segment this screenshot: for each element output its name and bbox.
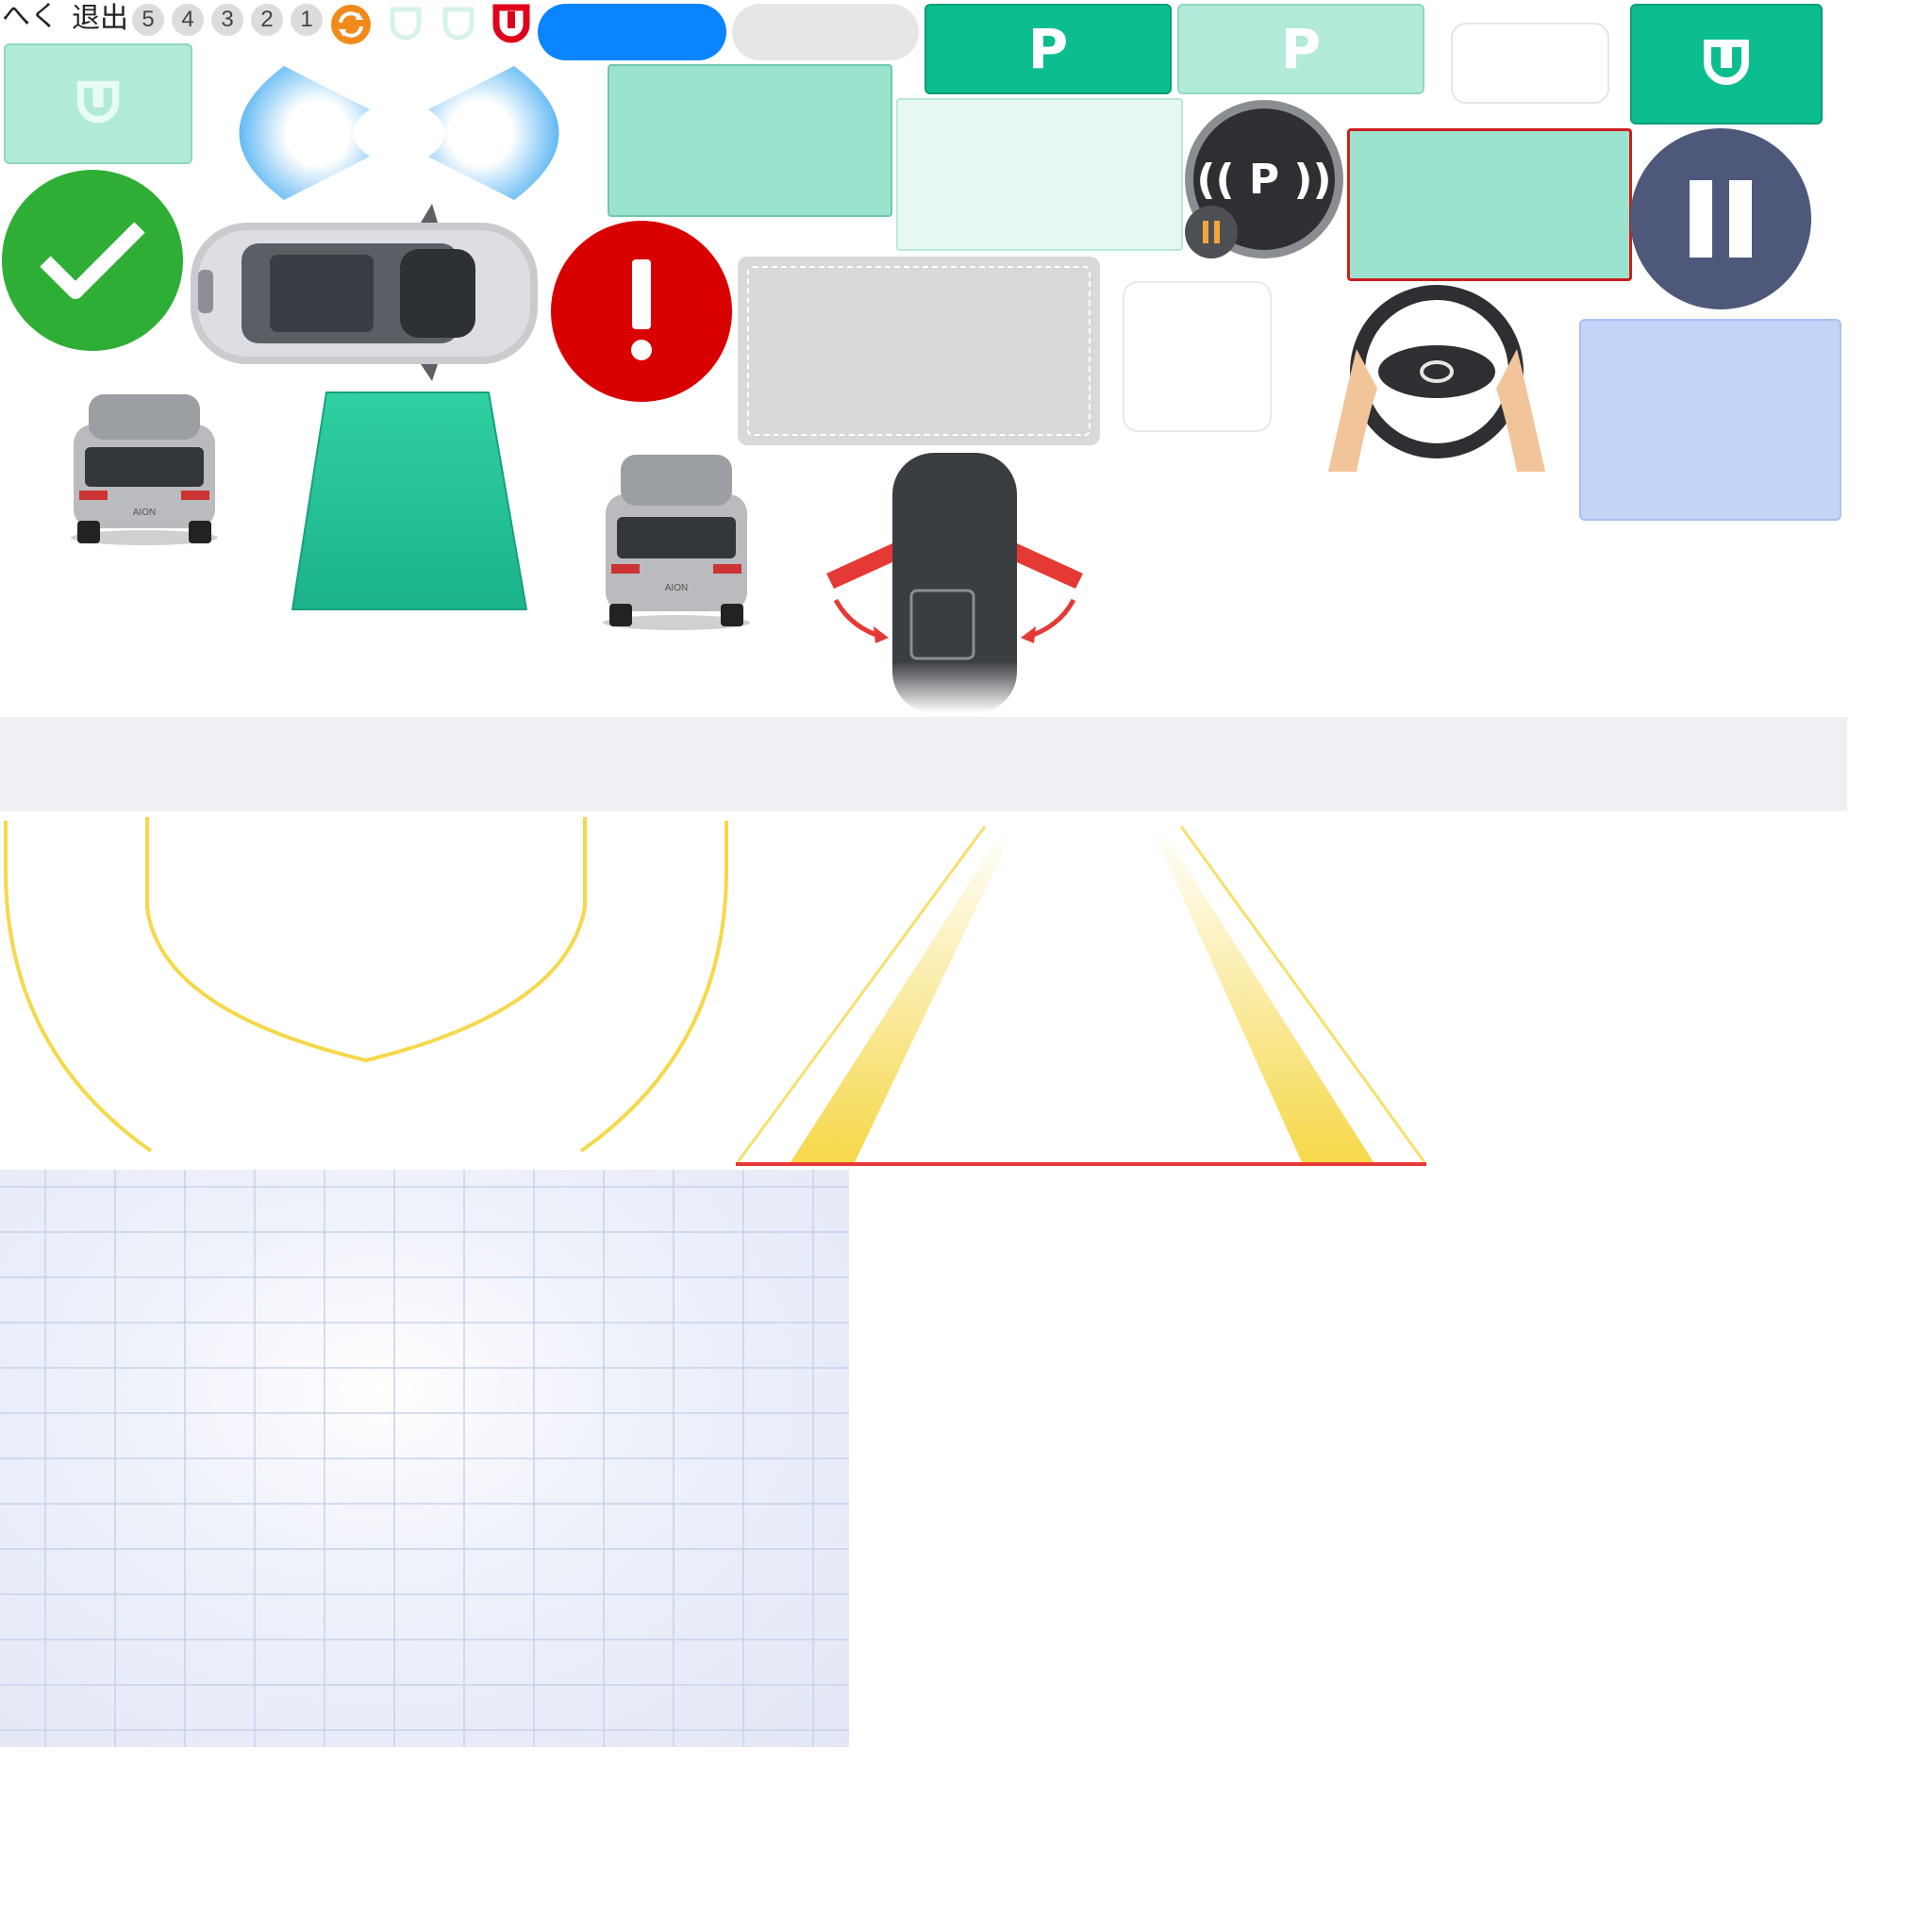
park-button-disabled[interactable]: P (1177, 4, 1424, 94)
secondary-pill-button[interactable] (732, 4, 919, 60)
exit-button[interactable]: 退出 (72, 2, 128, 36)
car-badge-text: AION (133, 508, 156, 518)
parking-grid-panel (0, 1170, 849, 1747)
car-top-view (191, 204, 538, 381)
parking-icon-tile-light[interactable] (4, 43, 192, 164)
divider-band (0, 717, 1847, 811)
parking-outline-icon (442, 7, 475, 41)
parking-space-trapezoid (291, 391, 527, 610)
empty-slot-dashed[interactable] (738, 257, 1100, 445)
lavender-card[interactable] (1579, 319, 1841, 521)
countdown-3: 3 (211, 4, 243, 36)
parking-red-icon (492, 4, 530, 43)
countdown-2: 2 (251, 4, 283, 36)
pause-icon[interactable] (1630, 128, 1811, 309)
car-rear-view: AION (71, 394, 218, 545)
check-icon (2, 170, 183, 351)
grid-lines (0, 1170, 849, 1747)
countdown-4: 4 (172, 4, 204, 36)
car-door-warning (826, 453, 1083, 713)
back-icon[interactable]: へく (2, 0, 58, 34)
sensor-wave-left (239, 66, 370, 200)
slot-tile-light[interactable] (896, 98, 1183, 251)
refresh-icon[interactable] (330, 4, 372, 45)
reverse-guide-lines (4, 817, 728, 1153)
countdown-5: 5 (132, 4, 164, 36)
parking-icon-button[interactable] (1630, 4, 1823, 125)
blank-white-card[interactable] (1123, 281, 1272, 432)
sensor-wave-right (428, 66, 559, 200)
lane-guide-lines (736, 825, 1426, 1166)
park-button-active[interactable]: P (924, 4, 1172, 94)
parking-outline-icon (76, 80, 120, 124)
car-rear-view-2: AION (603, 455, 750, 630)
parking-outline-icon (390, 7, 422, 41)
countdown-1: 1 (291, 4, 323, 36)
alert-icon (551, 221, 732, 402)
dashed-border (747, 266, 1091, 436)
parking-outline-icon (1704, 40, 1749, 85)
primary-pill-button[interactable] (538, 4, 726, 60)
slot-tile-medium[interactable] (608, 64, 892, 217)
slot-tile-selected[interactable] (1347, 128, 1632, 281)
car-badge-text: AION (665, 583, 688, 593)
pause-badge-icon (1185, 206, 1238, 258)
blank-white-button[interactable] (1451, 23, 1609, 104)
steering-wheel-icon (1328, 285, 1545, 472)
